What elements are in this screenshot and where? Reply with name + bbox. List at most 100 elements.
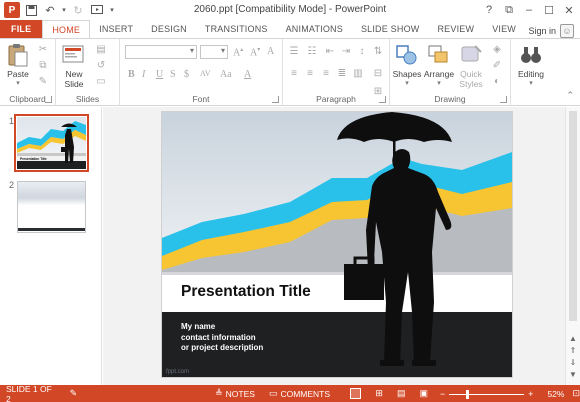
bold-icon[interactable]: B xyxy=(128,69,135,80)
tab-animations[interactable]: ANIMATIONS xyxy=(277,20,352,38)
close-icon[interactable]: ✕ xyxy=(560,2,578,18)
collapse-ribbon-icon[interactable]: ⌃ xyxy=(566,90,574,101)
slide-sorter-view-icon[interactable]: ⊞ xyxy=(375,388,383,399)
shape-outline-icon[interactable]: ✐ xyxy=(490,59,504,71)
slide-indicator[interactable]: SLIDE 1 OF 2 xyxy=(6,384,56,402)
align-right-icon[interactable]: ≡ xyxy=(319,67,333,79)
vertical-scrollbar[interactable]: ▲ ⇑ ⇓ ▼ xyxy=(565,107,580,385)
sign-in[interactable]: Sign in ☺ xyxy=(528,24,574,38)
help-icon[interactable]: ? xyxy=(480,2,498,18)
clipboard-dialog-launcher-icon[interactable] xyxy=(45,96,52,103)
tab-review[interactable]: REVIEW xyxy=(428,20,483,38)
scroll-up-icon[interactable]: ▲ xyxy=(568,333,578,343)
comments-icon: ▭ xyxy=(268,388,278,398)
avatar[interactable]: ☺ xyxy=(560,24,574,38)
align-left-icon[interactable]: ≡ xyxy=(287,67,301,79)
slide-thumbnail-2[interactable] xyxy=(17,181,86,233)
format-painter-icon[interactable]: ✎ xyxy=(36,75,50,87)
grow-font-icon[interactable]: A▴ xyxy=(233,46,243,58)
shape-effects-icon[interactable]: ◐ xyxy=(490,75,504,87)
tab-transitions[interactable]: TRANSITIONS xyxy=(196,20,277,38)
quick-styles-button[interactable]: Quick Styles xyxy=(456,43,486,89)
tab-design[interactable]: DESIGN xyxy=(142,20,196,38)
justify-icon[interactable]: ≣ xyxy=(335,67,349,79)
cut-icon[interactable]: ✂ xyxy=(36,43,50,55)
fit-slide-icon[interactable]: ⊡ xyxy=(572,388,580,399)
maximize-icon[interactable]: ☐ xyxy=(540,2,558,18)
paragraph-group: ☰ ☷ ⇤ ⇥ ↕ ⇅ ≡ ≡ ≡ ≣ ▥ ⊟ ⊞ Paragraph xyxy=(283,39,390,106)
tab-insert[interactable]: INSERT xyxy=(90,20,142,38)
redo-icon[interactable]: ↻ xyxy=(70,2,86,18)
tab-slide-show[interactable]: SLIDE SHOW xyxy=(352,20,429,38)
tab-view[interactable]: VIEW xyxy=(483,20,525,38)
slide-thumbnail-2-image xyxy=(18,182,85,232)
strikethrough-icon[interactable]: S xyxy=(170,69,176,80)
new-slide-button[interactable]: New Slide xyxy=(60,43,88,89)
slide-thumbnail-1[interactable]: Presentation Title xyxy=(14,114,89,172)
paragraph-dialog-launcher-icon[interactable] xyxy=(379,96,386,103)
character-spacing-icon[interactable]: AV xyxy=(200,69,211,78)
notes-button[interactable]: ≜ NOTES xyxy=(215,388,255,399)
save-icon[interactable] xyxy=(23,2,39,18)
font-size-combo[interactable] xyxy=(200,45,228,59)
previous-slide-icon[interactable]: ⇑ xyxy=(568,345,578,355)
zoom-in-icon[interactable]: + xyxy=(528,389,533,399)
bullets-icon[interactable]: ☰ xyxy=(287,45,301,57)
tab-file[interactable]: FILE xyxy=(0,20,43,38)
italic-icon[interactable]: I xyxy=(142,69,145,80)
font-dialog-launcher-icon[interactable] xyxy=(272,96,279,103)
decrease-indent-icon[interactable]: ⇤ xyxy=(323,45,337,57)
shapes-button[interactable]: Shapes ▾ xyxy=(392,43,422,89)
reset-icon[interactable]: ↺ xyxy=(94,59,108,71)
zoom-slider[interactable] xyxy=(449,389,525,399)
current-slide[interactable]: Presentation Title My name contact infor… xyxy=(162,112,512,377)
editing-button[interactable]: Editing ▾ xyxy=(514,43,548,89)
undo-icon[interactable]: ↶ xyxy=(42,2,58,18)
paste-button[interactable]: Paste ▾ xyxy=(5,43,31,89)
customize-toolbar-icon[interactable]: ▾ xyxy=(108,2,116,18)
increase-indent-icon[interactable]: ⇥ xyxy=(339,45,353,57)
shadow-icon[interactable]: $ xyxy=(184,69,189,80)
slide-subtitle[interactable]: My name contact information or project d… xyxy=(181,322,263,354)
notes-label: NOTES xyxy=(225,388,255,399)
undo-dropdown-icon[interactable]: ▾ xyxy=(61,2,67,18)
numbering-icon[interactable]: ☷ xyxy=(305,45,319,57)
tab-home[interactable]: HOME xyxy=(42,20,91,38)
copy-icon[interactable]: ⧉ xyxy=(36,59,50,71)
font-color-icon[interactable]: A xyxy=(244,69,251,80)
columns-icon[interactable]: ▥ xyxy=(351,67,365,79)
line-spacing-icon[interactable]: ↕ xyxy=(355,45,369,57)
arrange-button[interactable]: Arrange ▾ xyxy=(422,43,456,89)
clear-formatting-icon[interactable]: A xyxy=(267,46,274,57)
start-from-beginning-icon[interactable] xyxy=(89,2,105,18)
quick-styles-label-1: Quick xyxy=(460,69,482,79)
font-family-combo[interactable] xyxy=(125,45,197,59)
comments-button[interactable]: ▭ COMMENTS xyxy=(269,388,330,399)
sign-in-label[interactable]: Sign in xyxy=(528,26,556,36)
spelling-check-icon[interactable]: ✎ xyxy=(70,388,78,399)
text-direction-icon[interactable]: ⇅ xyxy=(371,45,385,57)
zoom-slider-knob[interactable] xyxy=(465,389,469,399)
zoom-out-icon[interactable]: − xyxy=(440,389,445,399)
drawing-dialog-launcher-icon[interactable] xyxy=(500,96,507,103)
section-icon[interactable]: ▭ xyxy=(94,75,108,87)
align-text-icon[interactable]: ⊟ xyxy=(371,67,385,79)
scrollbar-thumb[interactable] xyxy=(569,111,577,321)
scroll-down-icon[interactable]: ▼ xyxy=(568,369,578,379)
slide-title[interactable]: Presentation Title xyxy=(181,283,311,301)
ribbon-tabs: FILE HOME INSERT DESIGN TRANSITIONS ANIM… xyxy=(0,20,580,38)
shrink-font-icon[interactable]: A▾ xyxy=(250,46,260,58)
align-center-icon[interactable]: ≡ xyxy=(303,67,317,79)
slide-show-view-icon[interactable]: ▣ xyxy=(419,388,428,399)
shape-fill-icon[interactable]: ◈ xyxy=(490,43,504,55)
change-case-icon[interactable]: Aa xyxy=(220,69,232,80)
reading-view-icon[interactable]: ▤ xyxy=(397,388,406,399)
next-slide-icon[interactable]: ⇓ xyxy=(568,357,578,367)
zoom-level[interactable]: 52% xyxy=(547,389,564,399)
layout-icon[interactable]: ▤ xyxy=(94,43,108,55)
powerpoint-logo-icon[interactable]: P xyxy=(4,2,20,18)
normal-view-icon[interactable] xyxy=(350,388,362,399)
underline-icon[interactable]: U xyxy=(156,69,163,80)
ribbon-display-options-icon[interactable]: ⧉ xyxy=(500,2,518,18)
minimize-icon[interactable]: – xyxy=(520,2,538,18)
